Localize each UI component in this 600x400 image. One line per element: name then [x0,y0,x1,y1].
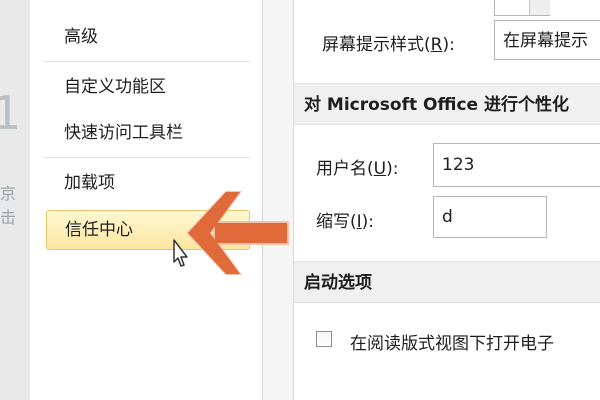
nav-item-label: 高级 [64,27,98,47]
nav-item-label: 加载项 [64,173,115,193]
section-header-personalize: 对 Microsoft Office 进行个性化 [294,83,600,125]
reading-view-label: 在阅读版式视图下打开电子 [350,334,554,354]
nav-item-label: 快速访问工具栏 [64,123,183,143]
initials-value: d [442,207,453,227]
arrow-left-icon [186,191,289,275]
background-window-strip: 1 京击 [0,0,31,400]
section-header-startup: 启动选项 [294,261,600,303]
nav-item-label: 信任中心 [65,220,133,240]
mouse-pointer-icon [173,239,188,267]
screentip-style-label: 屏幕提示样式(R): [322,35,455,55]
nav-item-label: 自定义功能区 [64,77,166,97]
initials-input[interactable]: d [433,196,547,238]
reading-view-checkbox[interactable] [316,331,332,347]
screentip-style-value: 在屏幕提示 [503,31,588,51]
username-value: 123 [442,155,475,175]
partial-setting-row [324,0,484,10]
nav-divider [44,157,250,158]
background-glyph: 1 [0,86,21,140]
nav-divider [44,61,250,62]
nav-item-quick-access-toolbar[interactable]: 快速访问工具栏 [46,114,250,152]
color-scheme-select[interactable] [494,0,550,16]
username-input[interactable]: 123 [433,143,600,187]
dropdown-arrow-icon [529,0,550,15]
nav-item-customize-ribbon[interactable]: 自定义功能区 [46,68,250,106]
nav-item-advanced[interactable]: 高级 [46,18,250,56]
background-text: 京击 [0,184,17,227]
options-content-pane: 屏幕提示样式(R): 在屏幕提示 对 Microsoft Office 进行个性… [294,0,600,400]
screentip-style-select[interactable]: 在屏幕提示 [494,20,600,60]
username-label: 用户名(U): [316,159,399,179]
initials-label: 缩写(I): [316,212,375,232]
